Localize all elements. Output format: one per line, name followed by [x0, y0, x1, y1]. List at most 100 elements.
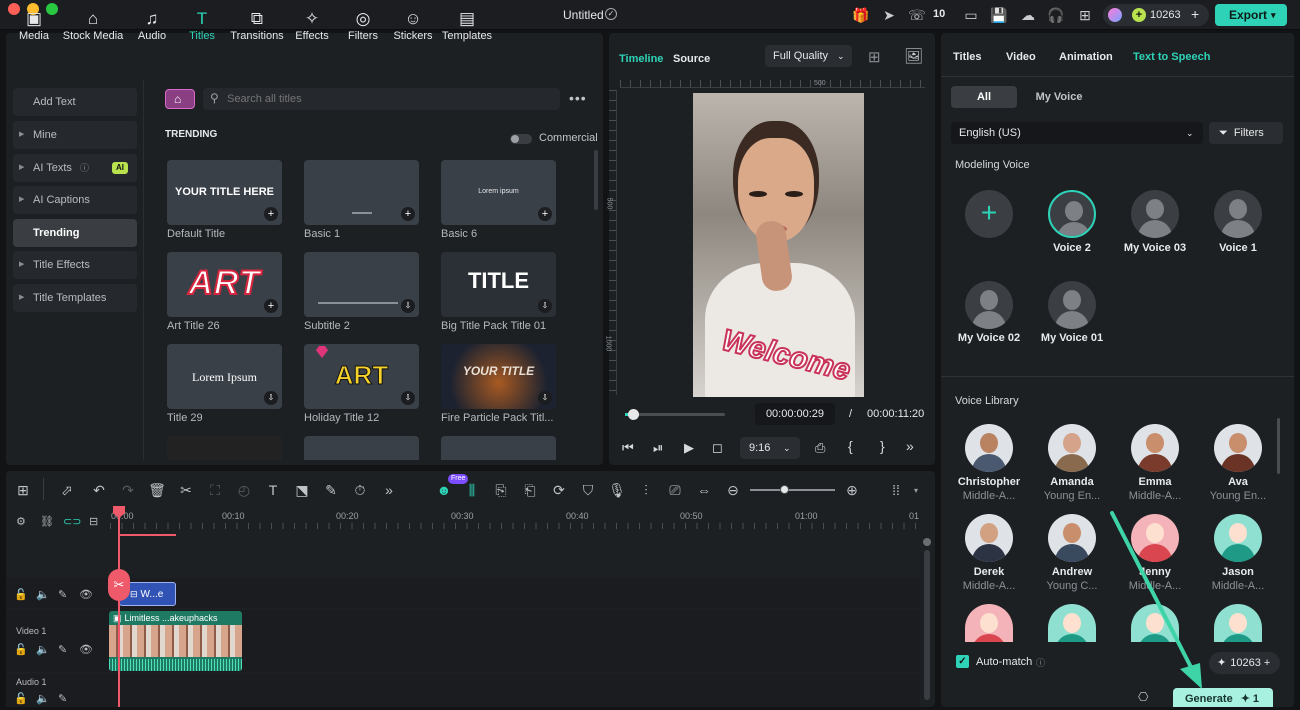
stop-icon[interactable]: ◻	[712, 440, 723, 456]
voice-library-scrollbar[interactable]	[1277, 418, 1280, 474]
speed-icon[interactable]: ◴	[235, 481, 253, 499]
send-icon[interactable]: ➤	[880, 6, 898, 24]
voice-avatar-christopher[interactable]	[965, 424, 1013, 472]
lock-icon[interactable]: 🔓	[14, 588, 28, 601]
filters-button[interactable]: ⏷ Filters	[1209, 122, 1283, 144]
tab-templates[interactable]: ▤ Templates	[440, 8, 494, 42]
tab-transitions[interactable]: ⧉ Transitions	[228, 8, 286, 42]
eye-icon[interactable]: 👁	[79, 588, 93, 601]
voice-avatar-jason[interactable]	[1214, 514, 1262, 562]
link-icon[interactable]: ⊂⊃	[63, 515, 81, 528]
sidebar-item-title-templates[interactable]: ▶ Title Templates	[13, 284, 137, 312]
tab-media[interactable]: ▣ Media	[14, 8, 54, 42]
mark-out-icon[interactable]: }	[880, 438, 885, 454]
scrubber-handle[interactable]	[628, 409, 639, 420]
pen-icon[interactable]: ✎	[322, 481, 340, 499]
tab-stickers[interactable]: ☺ Stickers	[392, 8, 434, 42]
library-scrollbar[interactable]	[594, 150, 598, 210]
video-clip[interactable]: ▣Limitless ...akeuphacks	[109, 611, 242, 671]
title-card-partial[interactable]	[441, 436, 556, 460]
speaker-icon[interactable]: 🔈	[36, 643, 50, 656]
title-card-basic-6[interactable]: Lorem ipsum +	[441, 160, 556, 225]
add-icon[interactable]: +	[401, 207, 415, 221]
quality-select[interactable]: Full Quality ⌄	[765, 45, 852, 67]
speaker-icon[interactable]: 🔈	[36, 588, 50, 601]
split-marker-icon[interactable]: ✂	[108, 569, 130, 601]
marker-icon[interactable]: ⎙	[815, 440, 825, 456]
fit-icon[interactable]: ⇔	[695, 481, 713, 499]
step-forward-icon[interactable]: ⏯	[653, 440, 663, 456]
commercial-toggle[interactable]	[510, 134, 532, 144]
filter-my-voice-button[interactable]: My Voice	[1026, 86, 1092, 108]
stabilize-icon[interactable]: ⎗	[521, 481, 539, 499]
voice-avatar[interactable]	[965, 281, 1013, 329]
shape-icon[interactable]: ⬔	[293, 481, 311, 499]
voice-avatar-emma[interactable]	[1131, 424, 1179, 472]
search-input[interactable]	[227, 90, 547, 108]
sidebar-item-title-effects[interactable]: ▶ Title Effects	[13, 251, 137, 279]
microphone-icon[interactable]: 🎙	[608, 481, 626, 499]
playhead[interactable]	[118, 507, 120, 707]
undo-icon[interactable]: ↶	[90, 481, 108, 499]
layout-grid-icon[interactable]: ⊞	[14, 481, 32, 499]
video-preview-frame[interactable]: Welcome	[693, 93, 864, 397]
lock-icon[interactable]: 🔓	[14, 692, 28, 705]
eye-icon[interactable]: 👁	[79, 643, 93, 656]
select-tool-icon[interactable]: ⬀	[58, 481, 76, 499]
speaker-icon[interactable]: 🔈	[36, 692, 50, 705]
more-controls-icon[interactable]: »	[906, 438, 914, 454]
download-icon[interactable]: ⇩	[264, 391, 278, 405]
timeline-scroll-up[interactable]	[923, 538, 931, 546]
zoom-out-icon[interactable]: ⊖	[724, 481, 742, 499]
snapshot-icon[interactable]: 🖼	[904, 47, 923, 65]
layout-icon[interactable]: ▭	[962, 6, 980, 24]
filter-all-button[interactable]: All	[951, 86, 1017, 108]
tab-source[interactable]: Source	[673, 53, 710, 65]
cloud-icon[interactable]: ☁	[1019, 6, 1037, 24]
chevron-down-icon[interactable]: ▾	[914, 486, 918, 495]
more-options-icon[interactable]: •••	[569, 90, 587, 106]
tab-animation[interactable]: Animation	[1059, 51, 1113, 63]
tab-timeline[interactable]: Timeline	[619, 53, 663, 65]
sidebar-item-mine[interactable]: ▶ Mine	[13, 121, 137, 149]
title-card-29[interactable]: Lorem Ipsum ⇩	[167, 344, 282, 409]
auto-match-checkbox[interactable]: ✓	[956, 655, 969, 668]
tab-text-to-speech[interactable]: Text to Speech	[1133, 51, 1210, 63]
timeline-ruler[interactable]	[110, 523, 922, 529]
gift-icon[interactable]: 🎁	[852, 6, 870, 24]
zoom-in-icon[interactable]: ⊕	[843, 481, 861, 499]
sidebar-item-ai-captions[interactable]: ▶ AI Captions	[13, 186, 137, 214]
tab-effects[interactable]: ✧ Effects	[292, 8, 332, 42]
title-card-partial[interactable]	[167, 436, 282, 460]
voice-avatar-ava[interactable]	[1214, 424, 1262, 472]
download-icon[interactable]: ⇩	[401, 299, 415, 313]
shield-icon[interactable]: ⛉	[579, 481, 597, 499]
tab-stock-media[interactable]: ⌂ Stock Media	[60, 8, 126, 42]
save-icon[interactable]: 💾	[990, 6, 1008, 24]
download-icon[interactable]: ⇩	[538, 391, 552, 405]
timer-icon[interactable]: ⏱	[351, 481, 369, 499]
voice-avatar-amanda[interactable]	[1048, 424, 1096, 472]
auto-reframe-icon[interactable]: ⟳	[550, 481, 568, 499]
tab-titles[interactable]: T Titles	[184, 8, 220, 42]
voice-avatar[interactable]	[1214, 190, 1262, 238]
timeline-scrollbar[interactable]	[924, 550, 930, 700]
magnet-icon[interactable]: ⫼	[463, 481, 481, 499]
aspect-ratio-select[interactable]: 9:16 ⌄	[740, 437, 800, 459]
zoom-slider[interactable]	[750, 485, 835, 494]
voice-avatar-andrew[interactable]	[1048, 514, 1096, 562]
play-icon[interactable]: ▶	[684, 440, 694, 456]
audio-mixer-icon[interactable]: ⫶	[637, 481, 655, 499]
title-card-holiday-12[interactable]: ART ⇩	[304, 344, 419, 409]
sidebar-item-ai-texts[interactable]: ▶ AI Texts ⓘ AI	[13, 154, 137, 182]
credits-pill[interactable]: + 10263 +	[1103, 4, 1209, 26]
mute-icon[interactable]: ✎	[58, 643, 67, 656]
tab-video-props[interactable]: Video	[1006, 51, 1036, 63]
search-box[interactable]: ⚲	[203, 88, 560, 110]
title-card-basic-1[interactable]: +	[304, 160, 419, 225]
title-card-fire-particle[interactable]: YOUR TITLE ⇩	[441, 344, 556, 409]
voice-avatar[interactable]	[1131, 190, 1179, 238]
title-card-subtitle-2[interactable]: ⇩	[304, 252, 419, 317]
add-icon[interactable]: +	[538, 207, 552, 221]
settings-icon[interactable]: ⚙	[16, 515, 26, 528]
